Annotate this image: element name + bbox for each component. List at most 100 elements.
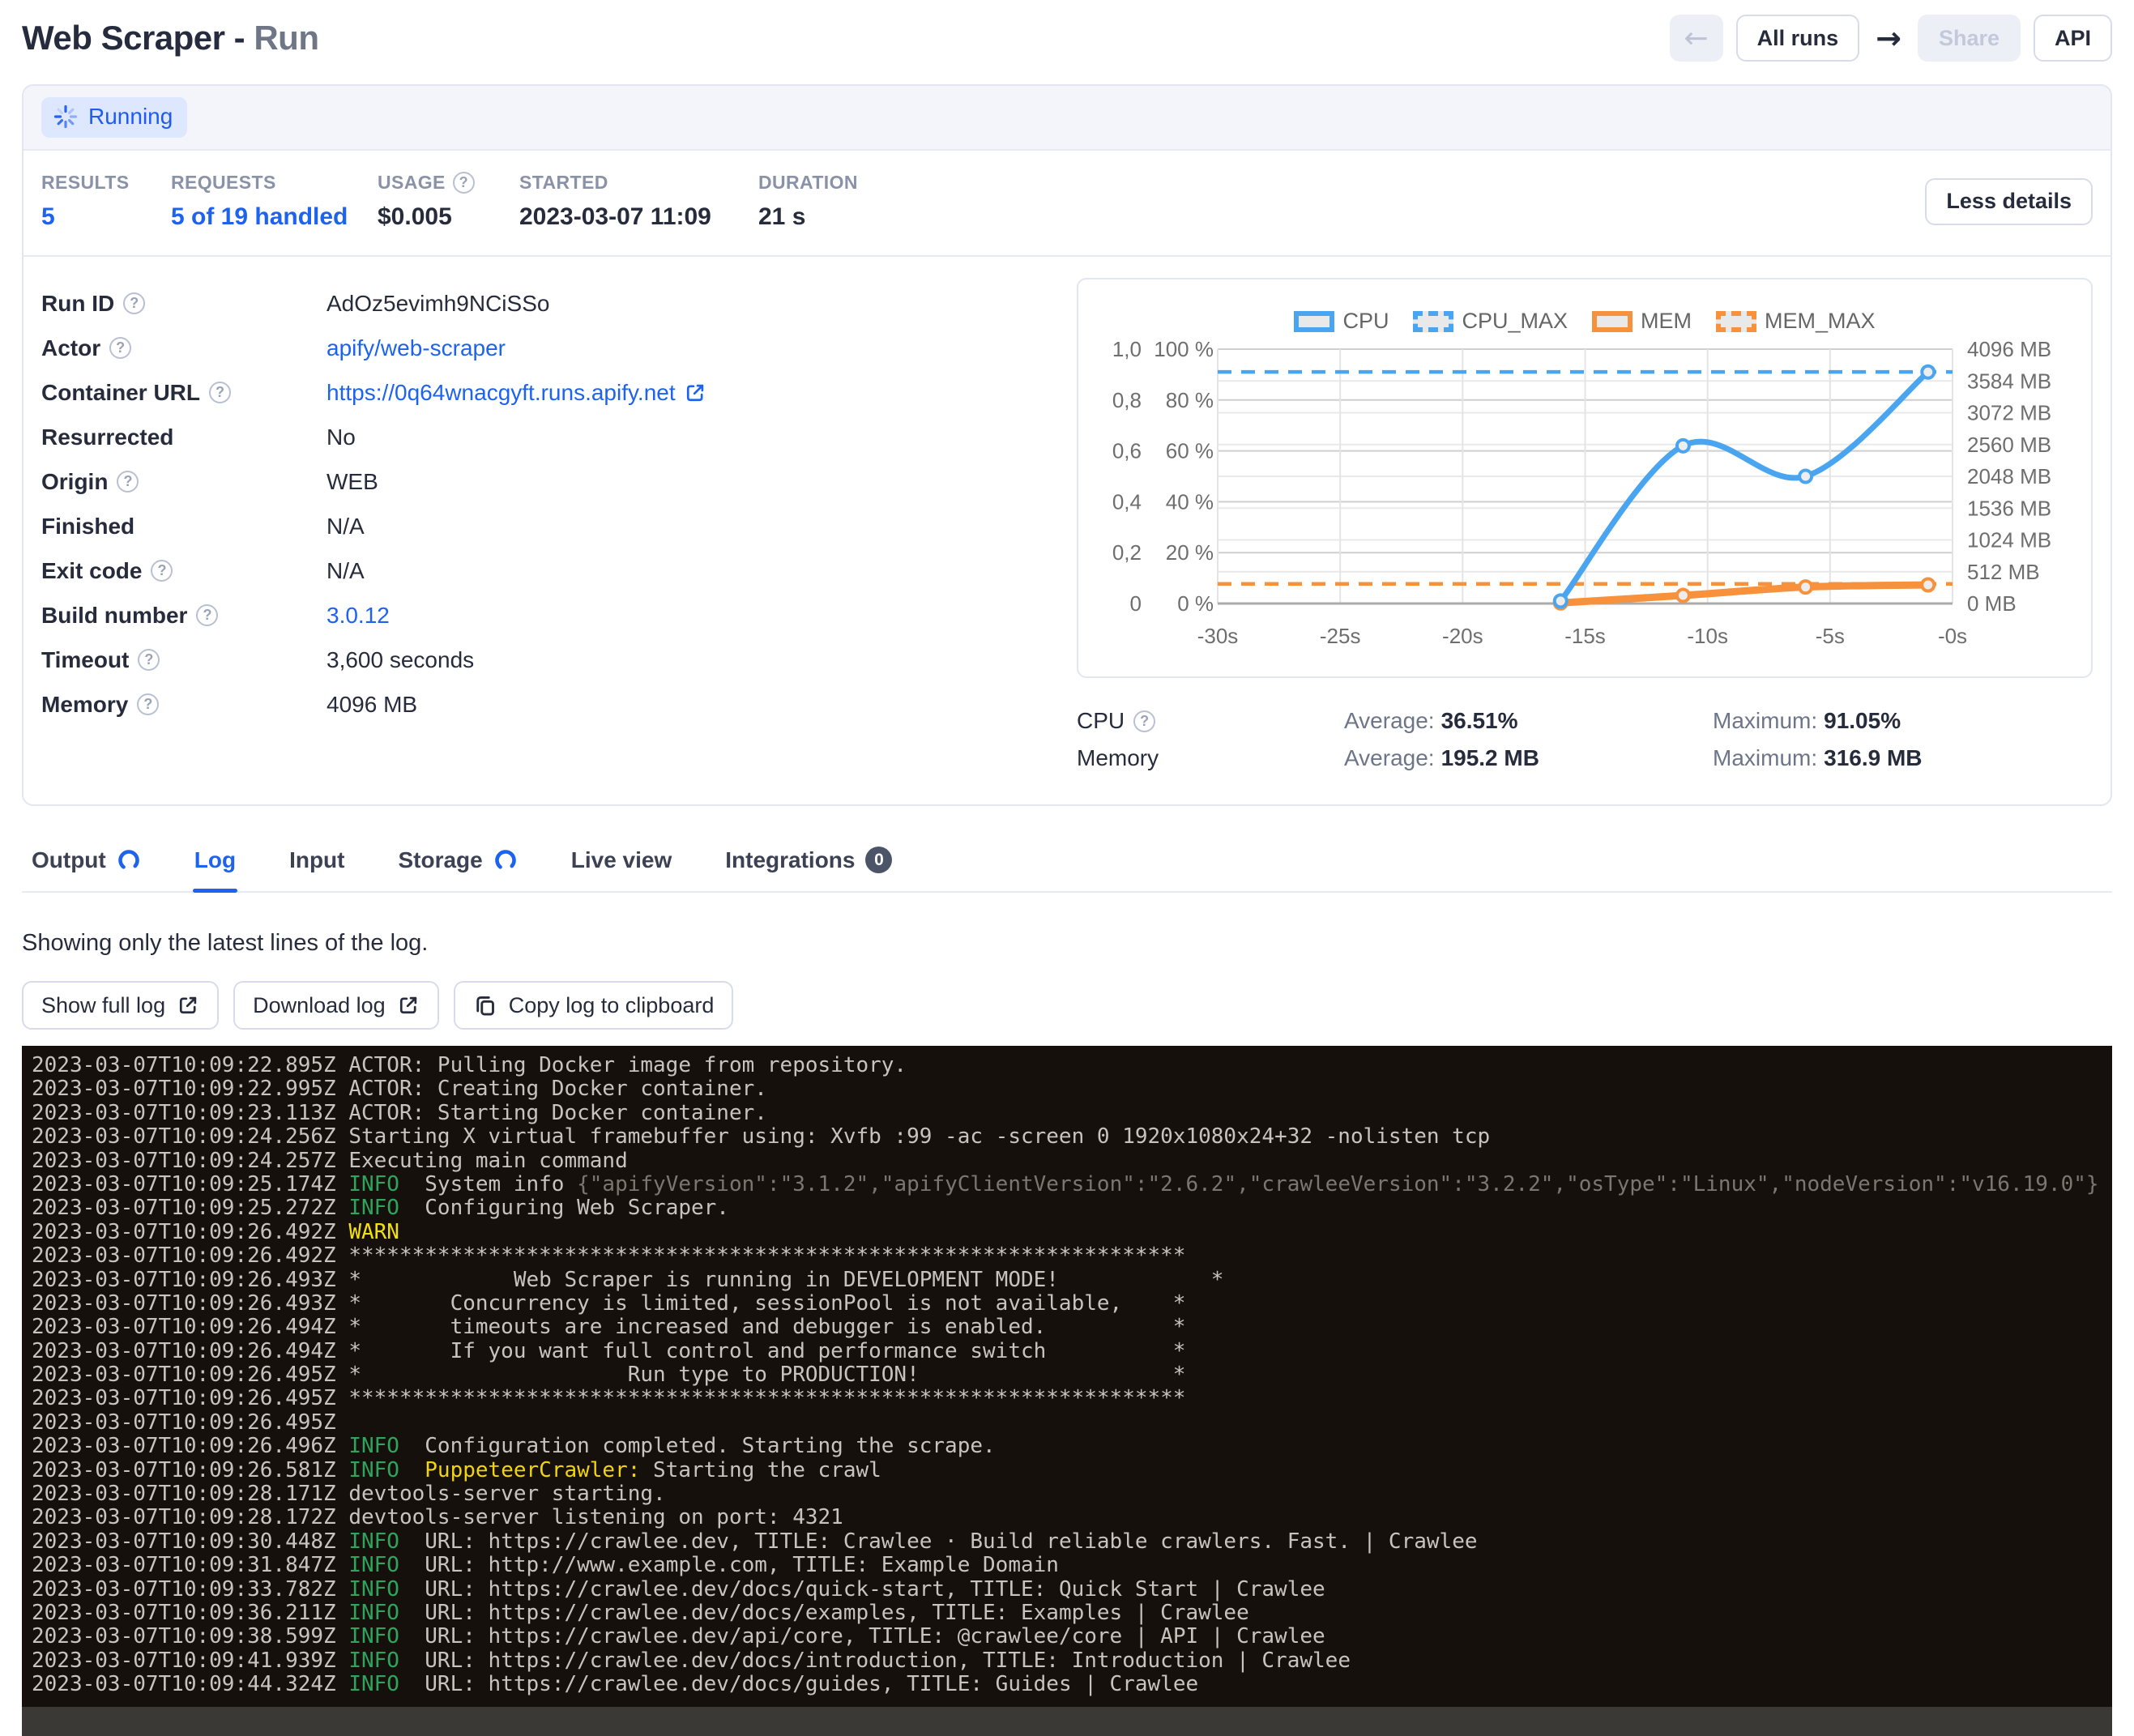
log-lines: 2023-03-07T10:09:22.895Z ACTOR: Pulling … [22,1046,2112,1697]
api-button[interactable]: API [2034,15,2112,62]
log-timestamp: 2023-03-07T10:09:26.493Z [32,1268,348,1292]
all-runs-button[interactable]: All runs [1736,15,1860,62]
log-text: URL: http://www.example.com, TITLE: Exam… [399,1553,1059,1577]
log-line: 2023-03-07T10:09:44.324Z INFO URL: https… [32,1673,2112,1696]
log-text: URL: https://crawlee.dev/docs/examples, … [399,1601,1249,1625]
show-full-log-button[interactable]: Show full log [22,981,219,1030]
detail-row-memory: Memory? 4096 MB [41,682,1041,727]
copy-icon [473,993,497,1017]
log-line: 2023-03-07T10:09:26.495Z * Run type to P… [32,1363,2112,1387]
log-text: devtools-server starting. [348,1482,665,1506]
tab-log[interactable]: Log [193,842,237,891]
help-icon[interactable]: ? [137,693,159,715]
help-icon[interactable]: ? [196,604,218,626]
stat-value[interactable]: 5 of 19 handled [171,203,378,231]
tab-label: Log [194,847,236,873]
log-terminal[interactable]: 2023-03-07T10:09:22.895Z ACTOR: Pulling … [22,1046,2112,1736]
log-timestamp: 2023-03-07T10:09:26.495Z [32,1363,348,1387]
log-text: Starting X virtual framebuffer using: Xv… [348,1124,1490,1149]
tab-live-view[interactable]: Live view [570,842,674,891]
usage-metric-label: Memory [1077,745,1344,771]
copy-log-to-clipboard-button[interactable]: Copy log to clipboard [454,981,734,1030]
log-timestamp: 2023-03-07T10:09:36.211Z [32,1601,348,1625]
run-tabs: Output Log Input Storage Live view Integratio… [22,842,2112,893]
svg-text:4096 MB: 4096 MB [1967,337,2051,361]
stat-label: RESULTS [41,172,171,194]
log-timestamp: 2023-03-07T10:09:26.495Z [32,1410,348,1435]
help-icon[interactable]: ? [117,471,139,493]
share-button[interactable]: Share [1918,15,2021,62]
usage-summary: CPU? Average:36.51% Maximum:91.05%Memory… [1077,702,2093,777]
detail-label: Origin? [41,469,327,495]
tab-integrations[interactable]: Integrations0 [723,842,894,891]
help-icon[interactable]: ? [138,649,160,671]
help-icon[interactable]: ? [109,337,131,359]
detail-link[interactable]: apify/web-scraper [327,335,506,361]
log-timestamp: 2023-03-07T10:09:26.494Z [32,1315,348,1339]
log-horizontal-scrollbar[interactable] [22,1707,2112,1736]
usage-row-memory: Memory Average:195.2 MB Maximum:316.9 MB [1077,740,2093,777]
svg-text:1536 MB: 1536 MB [1967,496,2051,520]
detail-row-timeout: Timeout? 3,600 seconds [41,638,1041,682]
stat-value[interactable]: 5 [41,203,171,231]
log-timestamp: 2023-03-07T10:09:26.492Z [32,1243,348,1268]
log-text: Executing main command [348,1149,627,1173]
log-line: 2023-03-07T10:09:25.174Z INFO System inf… [32,1173,2112,1196]
log-timestamp: 2023-03-07T10:09:25.174Z [32,1172,348,1196]
svg-text:-20s: -20s [1442,624,1483,648]
svg-text:0,6: 0,6 [1112,439,1142,463]
help-icon[interactable]: ? [209,382,231,403]
log-line: 2023-03-07T10:09:26.494Z * timeouts are … [32,1316,2112,1339]
log-line: 2023-03-07T10:09:26.494Z * If you want f… [32,1340,2112,1363]
log-info-segment: INFO [348,1649,399,1673]
log-line: 2023-03-07T10:09:22.995Z ACTOR: Creating… [32,1077,2112,1101]
log-line: 2023-03-07T10:09:38.599Z INFO URL: https… [32,1625,2112,1649]
log-info-segment: INFO [348,1672,399,1696]
log-text: URL: https://crawlee.dev/docs/introducti… [399,1649,1351,1673]
svg-text:40 %: 40 % [1166,489,1214,514]
help-icon[interactable]: ? [123,292,145,314]
detail-link[interactable]: 3.0.12 [327,603,390,629]
loading-arc-icon [117,848,141,872]
log-text: URL: https://crawlee.dev/docs/guides, TI… [399,1672,1198,1696]
log-timestamp: 2023-03-07T10:09:30.448Z [32,1529,348,1554]
download-log-button[interactable]: Download log [233,981,439,1030]
help-icon[interactable]: ? [151,560,173,582]
stat-label: DURATION [758,172,1925,194]
detail-value: AdOz5evimh9NCiSSo [327,291,549,317]
detail-row-exit-code: Exit code? N/A [41,548,1041,593]
next-run-button[interactable]: → [1872,20,1905,56]
detail-label: Run ID? [41,291,327,317]
log-text: URL: https://crawlee.dev/docs/quick-star… [399,1577,1325,1602]
log-line: 2023-03-07T10:09:23.113Z ACTOR: Starting… [32,1102,2112,1125]
log-line: 2023-03-07T10:09:36.211Z INFO URL: https… [32,1602,2112,1625]
svg-text:100 %: 100 % [1154,337,1214,361]
log-note: Showing only the latest lines of the log… [22,930,2112,957]
help-icon[interactable]: ? [1133,710,1155,732]
tab-output[interactable]: Output [30,842,143,891]
previous-run-button[interactable]: ← [1670,15,1723,62]
usage-maximum: Maximum:316.9 MB [1713,745,2093,771]
tab-storage[interactable]: Storage [396,842,519,891]
log-line: 2023-03-07T10:09:28.171Z devtools-server… [32,1482,2112,1506]
log-info-segment: INFO [348,1196,399,1220]
svg-text:-0s: -0s [1938,624,1967,648]
log-timestamp: 2023-03-07T10:09:28.172Z [32,1505,348,1529]
svg-text:0 MB: 0 MB [1967,591,2017,616]
status-bar: Running [23,86,2111,151]
log-timestamp: 2023-03-07T10:09:26.494Z [32,1339,348,1363]
detail-link[interactable]: https://0q64wnacgyft.runs.apify.net [327,380,676,406]
detail-row-build-number: Build number? 3.0.12 [41,593,1041,638]
detail-label: Resurrected [41,424,327,450]
log-timestamp: 2023-03-07T10:09:26.493Z [32,1291,348,1316]
status-badge: Running [41,97,187,138]
stat-usage: USAGE? $0.005 [378,172,519,231]
help-icon[interactable]: ? [453,172,475,194]
log-text: ****************************************… [348,1386,1185,1410]
log-timestamp: 2023-03-07T10:09:31.847Z [32,1553,348,1577]
tab-input[interactable]: Input [288,842,346,891]
less-details-button[interactable]: Less details [1925,178,2093,225]
tab-label: Storage [398,847,482,873]
svg-text:2560 MB: 2560 MB [1967,433,2051,457]
svg-text:80 %: 80 % [1166,388,1214,412]
